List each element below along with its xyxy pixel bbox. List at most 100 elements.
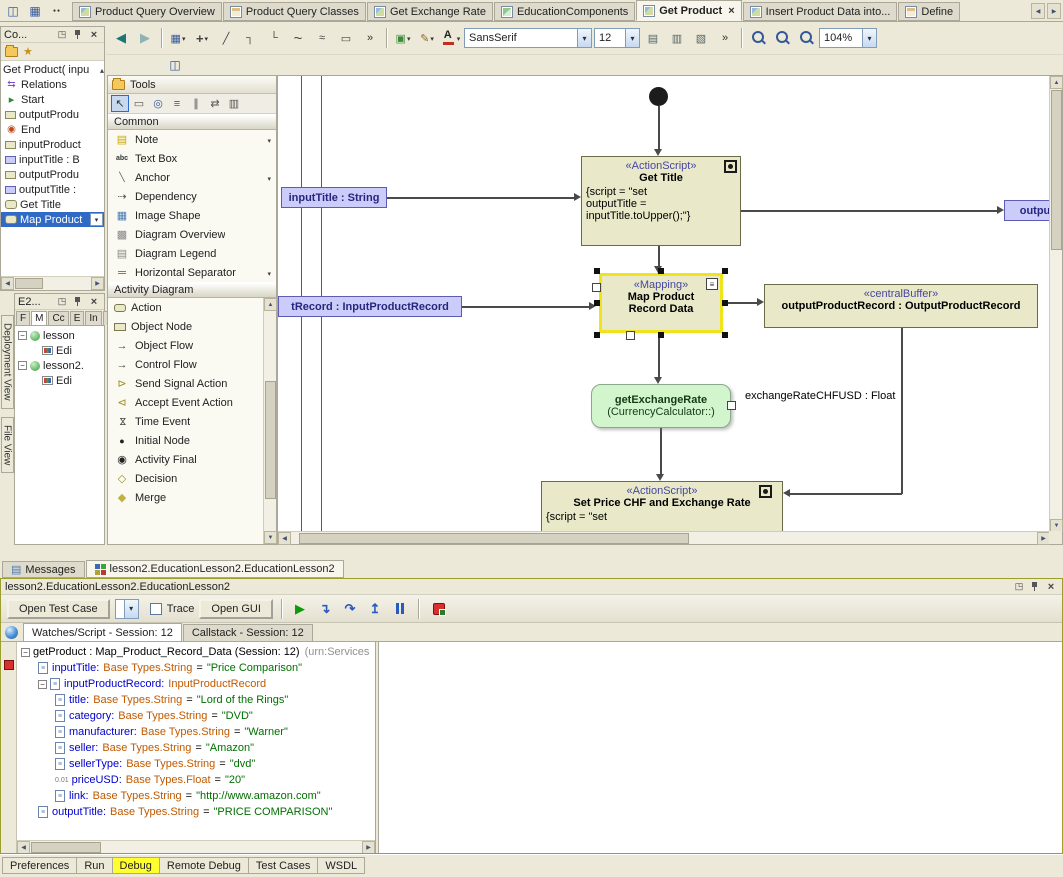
- status-tab-debug[interactable]: Debug: [112, 857, 160, 874]
- scroll-right-icon[interactable]: [91, 277, 104, 290]
- watch-row-title[interactable]: title:Base Types.String="Lord of the Rin…: [17, 692, 375, 708]
- scroll-left-icon[interactable]: [278, 532, 291, 545]
- status-tab-test-cases[interactable]: Test Cases: [248, 857, 318, 874]
- containment-root-item[interactable]: Get Product( inpu: [1, 62, 104, 77]
- input-pin-record[interactable]: tRecord : InputProductRecord: [278, 296, 462, 317]
- output-pin-partial[interactable]: outpu: [1004, 200, 1050, 221]
- corner-tool-icon[interactable]: [239, 27, 261, 49]
- watch-row-priceusd[interactable]: priceUSD:Base Types.Float="20": [17, 772, 375, 788]
- selection-handle[interactable]: [594, 268, 600, 274]
- doc-tab-product-query-overview[interactable]: Product Query Overview: [72, 2, 222, 21]
- watch-row-inputtitle[interactable]: inputTitle:Base Types.String="Price Comp…: [17, 660, 375, 676]
- close-panel-icon[interactable]: [87, 295, 101, 308]
- zoom-tool-icon[interactable]: [149, 95, 167, 112]
- containment-item-end[interactable]: End: [1, 122, 104, 137]
- containment-item-inputtitle-b[interactable]: inputTitle : B: [1, 152, 104, 167]
- watch-row-manufacturer[interactable]: manufacturer:Base Types.String="Warner": [17, 724, 375, 740]
- step-return-icon[interactable]: [365, 599, 385, 619]
- palette-item-action[interactable]: Action: [108, 298, 276, 317]
- collapse-arrow-icon[interactable]: [100, 64, 104, 76]
- chevron-icon[interactable]: [714, 27, 736, 49]
- marquee-tool-icon[interactable]: [130, 95, 148, 112]
- scroll-up-icon[interactable]: [1050, 76, 1063, 89]
- palette-item-anchor[interactable]: Anchor: [108, 168, 276, 187]
- selection-handle[interactable]: [594, 332, 600, 338]
- container-tool-icon[interactable]: [335, 27, 357, 49]
- palette-item-control-flow[interactable]: Control Flow: [108, 355, 276, 374]
- dropdown-arrow-icon[interactable]: [862, 29, 876, 47]
- scroll-up-icon[interactable]: [264, 298, 277, 311]
- edge-gettitle-to-outputpin[interactable]: [741, 210, 998, 212]
- palette-item-merge[interactable]: Merge: [108, 488, 276, 507]
- pencil-icon[interactable]: [416, 27, 438, 49]
- dropdown-arrow-icon[interactable]: [577, 29, 591, 47]
- float-panel-icon[interactable]: [55, 295, 69, 308]
- doc-tab-insert-product-data-into[interactable]: Insert Product Data into...: [743, 2, 898, 21]
- watch-row-category[interactable]: category:Base Types.String="DVD": [17, 708, 375, 724]
- scroll-right-icon[interactable]: [362, 841, 375, 853]
- tab-deployment-view[interactable]: Deployment View: [1, 315, 14, 409]
- canvas-vertical-scrollbar[interactable]: [1049, 76, 1062, 532]
- palette-item-initial-node[interactable]: Initial Node: [108, 431, 276, 450]
- containment-panel-titlebar[interactable]: Co...: [1, 27, 104, 43]
- dropdown-arrow-icon[interactable]: [267, 134, 273, 146]
- status-tab-run[interactable]: Run: [76, 857, 112, 874]
- stop-session-icon[interactable]: [433, 603, 445, 615]
- palette-item-text-box[interactable]: Text Box: [108, 149, 276, 168]
- watch-row-link[interactable]: link:Base Types.String="http://www.amazo…: [17, 788, 375, 804]
- browser-tree-item[interactable]: lesson2.: [15, 358, 104, 373]
- close-panel-icon[interactable]: [87, 28, 101, 41]
- align-tool-icon[interactable]: [168, 95, 186, 112]
- hierarchy-icon[interactable]: [167, 27, 189, 49]
- browser-tree-item[interactable]: Edi: [15, 343, 104, 358]
- forward-icon[interactable]: [134, 27, 156, 49]
- palette-item-accept-event-action[interactable]: Accept Event Action: [108, 393, 276, 412]
- tree-expander[interactable]: [18, 361, 27, 370]
- watch-hscrollbar[interactable]: [17, 840, 375, 853]
- selection-handle[interactable]: [658, 268, 664, 274]
- tab-close-icon[interactable]: ×: [728, 5, 734, 17]
- palette-item-horizontal-separator[interactable]: Horizontal Separator: [108, 263, 276, 282]
- browser-tab-cc[interactable]: Cc: [48, 311, 68, 325]
- export-image-icon[interactable]: [392, 27, 414, 49]
- tab-scroll-right-icon[interactable]: [1047, 3, 1061, 19]
- session-tab-callstack-session-12[interactable]: Callstack - Session: 12: [183, 624, 313, 641]
- doc-tab-get-product[interactable]: Get Product×: [636, 0, 741, 21]
- canvas-horizontal-scrollbar[interactable]: [278, 531, 1050, 544]
- scroll-left-icon[interactable]: [1, 277, 14, 290]
- bottom-tab-messages[interactable]: Messages: [2, 561, 85, 578]
- containment-hscrollbar[interactable]: [1, 276, 104, 290]
- tree-expander[interactable]: [18, 331, 27, 340]
- scroll-thumb[interactable]: [299, 533, 689, 544]
- input-pin-handle[interactable]: [592, 283, 601, 292]
- breakpoint-icon[interactable]: [4, 660, 14, 670]
- bottom-tab-lesson2-educationlesson2-educationlesson2[interactable]: lesson2.EducationLesson2.EducationLesson…: [86, 560, 344, 578]
- browser-tree-item[interactable]: lesson: [15, 328, 104, 343]
- palette-item-object-flow[interactable]: Object Flow: [108, 336, 276, 355]
- containment-item-relations[interactable]: Relations: [1, 77, 104, 92]
- combo-font-family-value[interactable]: SansSerif: [464, 28, 592, 48]
- zoom-fit-icon[interactable]: [795, 27, 817, 49]
- copy-format-icon[interactable]: [642, 27, 664, 49]
- containment-item-outputprodu[interactable]: outputProdu: [1, 107, 104, 122]
- zoom-out-icon[interactable]: [771, 27, 793, 49]
- edge-inputrecord-to-mapping[interactable]: [462, 306, 590, 308]
- watch-row-sellertype[interactable]: sellerType:Base Types.String="dvd": [17, 756, 375, 772]
- scroll-left-icon[interactable]: [17, 841, 30, 853]
- action-node-set-price[interactable]: «ActionScript» Set Price CHF and Exchang…: [541, 481, 783, 532]
- palette-item-decision[interactable]: Decision: [108, 469, 276, 488]
- status-tab-wsdl[interactable]: WSDL: [317, 857, 365, 874]
- float-panel-icon[interactable]: [1012, 580, 1026, 593]
- trace-checkbox[interactable]: [150, 603, 162, 615]
- browser-tab-in[interactable]: In: [85, 311, 101, 325]
- close-panel-icon[interactable]: [1044, 580, 1058, 593]
- edge-initial-to-gettitle[interactable]: [658, 106, 660, 150]
- test-case-dropdown[interactable]: [115, 599, 139, 619]
- zigzag-tool-icon[interactable]: [311, 27, 333, 49]
- browser-tab-e[interactable]: E: [70, 311, 85, 325]
- script-pane[interactable]: [379, 642, 1062, 853]
- watch-row-seller[interactable]: seller:Base Types.String="Amazon": [17, 740, 375, 756]
- edge-gettitle-to-mapping[interactable]: [658, 246, 660, 268]
- diagram-draw-area[interactable]: «ActionScript» Get Title {script = "set …: [278, 76, 1050, 532]
- central-buffer-node[interactable]: «centralBuffer» outputProductRecord : Ou…: [764, 284, 1038, 328]
